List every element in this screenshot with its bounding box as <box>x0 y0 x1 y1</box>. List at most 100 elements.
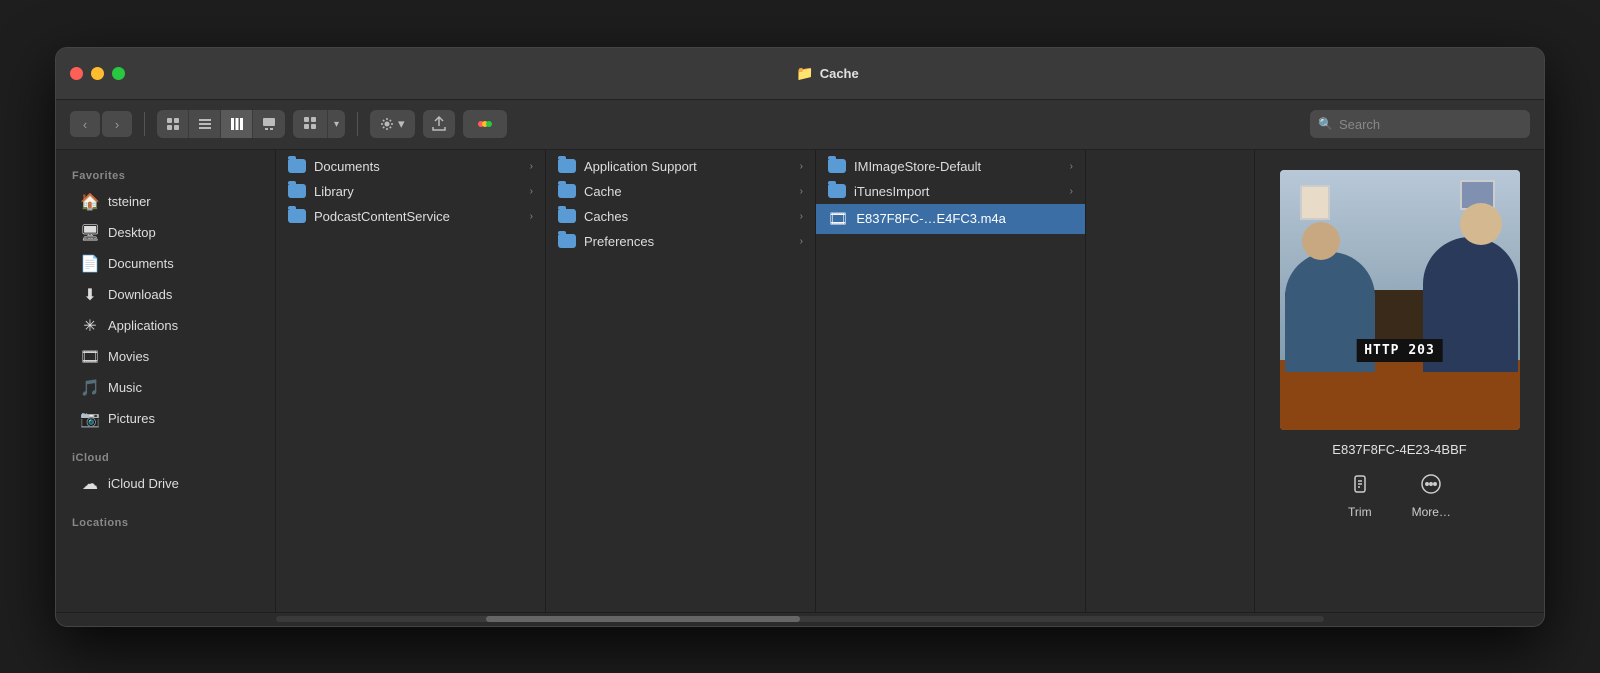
view-list-button[interactable] <box>189 110 221 138</box>
col2-app-support[interactable]: Application Support › <box>546 154 815 179</box>
col-item-label: Cache <box>584 184 622 199</box>
column-3: IMImageStore-Default › iTunesImport › 🎞 <box>816 150 1086 612</box>
col3-e837[interactable]: 🎞 E837F8FC-…E4FC3.m4a <box>816 204 1085 234</box>
trim-icon <box>1349 473 1371 501</box>
settings-arrow: ▾ <box>398 116 405 132</box>
tag-button[interactable] <box>463 110 507 138</box>
search-icon: 🔍 <box>1318 117 1333 131</box>
folder-icon <box>828 159 846 173</box>
icloud-label: iCloud <box>56 444 275 468</box>
sidebar-item-label: Documents <box>108 256 251 271</box>
sidebar-item-pictures[interactable]: 📷 Pictures <box>64 404 267 434</box>
col-item-label: PodcastContentService <box>314 209 450 224</box>
sidebar-item-music[interactable]: 🎵 Music <box>64 373 267 403</box>
scrollbar-track[interactable] <box>276 616 1324 622</box>
movies-icon: 🎞 <box>80 347 100 367</box>
icloud-icon: ☁ <box>80 474 100 494</box>
sidebar-item-label: Movies <box>108 349 251 364</box>
maximize-button[interactable] <box>112 67 125 80</box>
col-item-label: E837F8FC-…E4FC3.m4a <box>856 211 1006 226</box>
close-button[interactable] <box>70 67 83 80</box>
downloads-icon: ⬇ <box>80 285 100 305</box>
view-icon-button[interactable] <box>157 110 189 138</box>
window-title-area: 📁 Cache <box>125 65 1530 82</box>
view-gallery-button[interactable] <box>253 110 285 138</box>
search-input[interactable] <box>1339 117 1522 132</box>
col1-library[interactable]: Library › <box>276 179 545 204</box>
sidebar-item-documents[interactable]: 📄 Documents <box>64 249 267 279</box>
more-label: More… <box>1412 505 1451 519</box>
col-item-label: iTunesImport <box>854 184 929 199</box>
view-column-button[interactable] <box>221 110 253 138</box>
sidebar-item-label: Pictures <box>108 411 251 426</box>
sidebar-item-label: Downloads <box>108 287 251 302</box>
sidebar-item-label: Desktop <box>108 225 251 240</box>
title-folder-icon: 📁 <box>796 65 813 82</box>
sidebar-item-desktop[interactable]: 🖥 Desktop <box>64 218 267 248</box>
trim-button[interactable]: Trim <box>1348 473 1372 519</box>
col3-itunesimport[interactable]: iTunesImport › <box>816 179 1085 204</box>
person-left-head <box>1302 222 1340 260</box>
folder-icon <box>558 209 576 223</box>
folder-icon <box>558 184 576 198</box>
sidebar-item-label: tsteiner <box>108 194 251 209</box>
finder-window: 📁 Cache ‹ › <box>55 47 1545 627</box>
col3-imimage[interactable]: IMImageStore-Default › <box>816 154 1085 179</box>
sidebar-item-downloads[interactable]: ⬇ Downloads <box>64 280 267 310</box>
preview-panel: HTTP 203 E837F8FC-4E23-4BBF Trim <box>1254 150 1544 612</box>
folder-icon <box>288 184 306 198</box>
minimize-button[interactable] <box>91 67 104 80</box>
view-buttons <box>157 110 285 138</box>
sidebar-item-tsteiner[interactable]: 🏠 tsteiner <box>64 187 267 217</box>
col2-caches[interactable]: Caches › <box>546 204 815 229</box>
documents-icon: 📄 <box>80 254 100 274</box>
col-item-label: Application Support <box>584 159 697 174</box>
folder-icon <box>828 184 846 198</box>
column-browser: Documents › Library › PodcastContentServ… <box>276 150 1254 612</box>
column-2: Application Support › Cache › Caches <box>546 150 816 612</box>
folder-icon <box>558 234 576 248</box>
back-button[interactable]: ‹ <box>70 111 100 137</box>
chevron-right-icon: › <box>530 161 533 172</box>
view-options-arrow[interactable]: ▾ <box>328 110 345 138</box>
nav-buttons: ‹ › <box>70 111 132 137</box>
more-button[interactable]: More… <box>1412 473 1451 519</box>
sidebar-item-applications[interactable]: ✳ Applications <box>64 311 267 341</box>
view-options-main[interactable] <box>293 110 328 138</box>
chevron-right-icon: › <box>800 186 803 197</box>
traffic-lights <box>70 67 125 80</box>
col-item-label: IMImageStore-Default <box>854 159 981 174</box>
col-item-label: Library <box>314 184 354 199</box>
col2-cache[interactable]: Cache › <box>546 179 815 204</box>
pictures-icon: 📷 <box>80 409 100 429</box>
applications-icon: ✳ <box>80 316 100 336</box>
settings-button[interactable]: ▾ <box>370 110 415 138</box>
scrollbar-thumb[interactable] <box>486 616 800 622</box>
media-file-icon: 🎞 <box>828 209 848 229</box>
folder-icon <box>558 159 576 173</box>
sidebar-item-icloud[interactable]: ☁ iCloud Drive <box>64 469 267 499</box>
preview-filename: E837F8FC-4E23-4BBF <box>1332 442 1466 457</box>
scrollbar-area <box>56 612 1544 626</box>
titlebar: 📁 Cache <box>56 48 1544 100</box>
chevron-right-icon: › <box>1070 186 1073 197</box>
col2-preferences[interactable]: Preferences › <box>546 229 815 254</box>
home-icon: 🏠 <box>80 192 100 212</box>
preview-image: HTTP 203 <box>1280 170 1520 430</box>
chevron-right-icon: › <box>530 211 533 222</box>
col-item-label: Preferences <box>584 234 654 249</box>
sidebar-item-movies[interactable]: 🎞 Movies <box>64 342 267 372</box>
col1-documents[interactable]: Documents › <box>276 154 545 179</box>
locations-label: Locations <box>56 509 275 533</box>
view-options-button[interactable]: ▾ <box>293 110 345 138</box>
col1-podcast[interactable]: PodcastContentService › <box>276 204 545 229</box>
trim-label: Trim <box>1348 505 1372 519</box>
forward-button[interactable]: › <box>102 111 132 137</box>
window-title: Cache <box>820 66 859 81</box>
desktop-icon: 🖥 <box>80 223 100 243</box>
chevron-right-icon: › <box>800 236 803 247</box>
preview-image-container: HTTP 203 <box>1280 170 1520 430</box>
sidebar-item-label: iCloud Drive <box>108 476 251 491</box>
person-right-head <box>1460 203 1502 245</box>
share-button[interactable] <box>423 110 455 138</box>
